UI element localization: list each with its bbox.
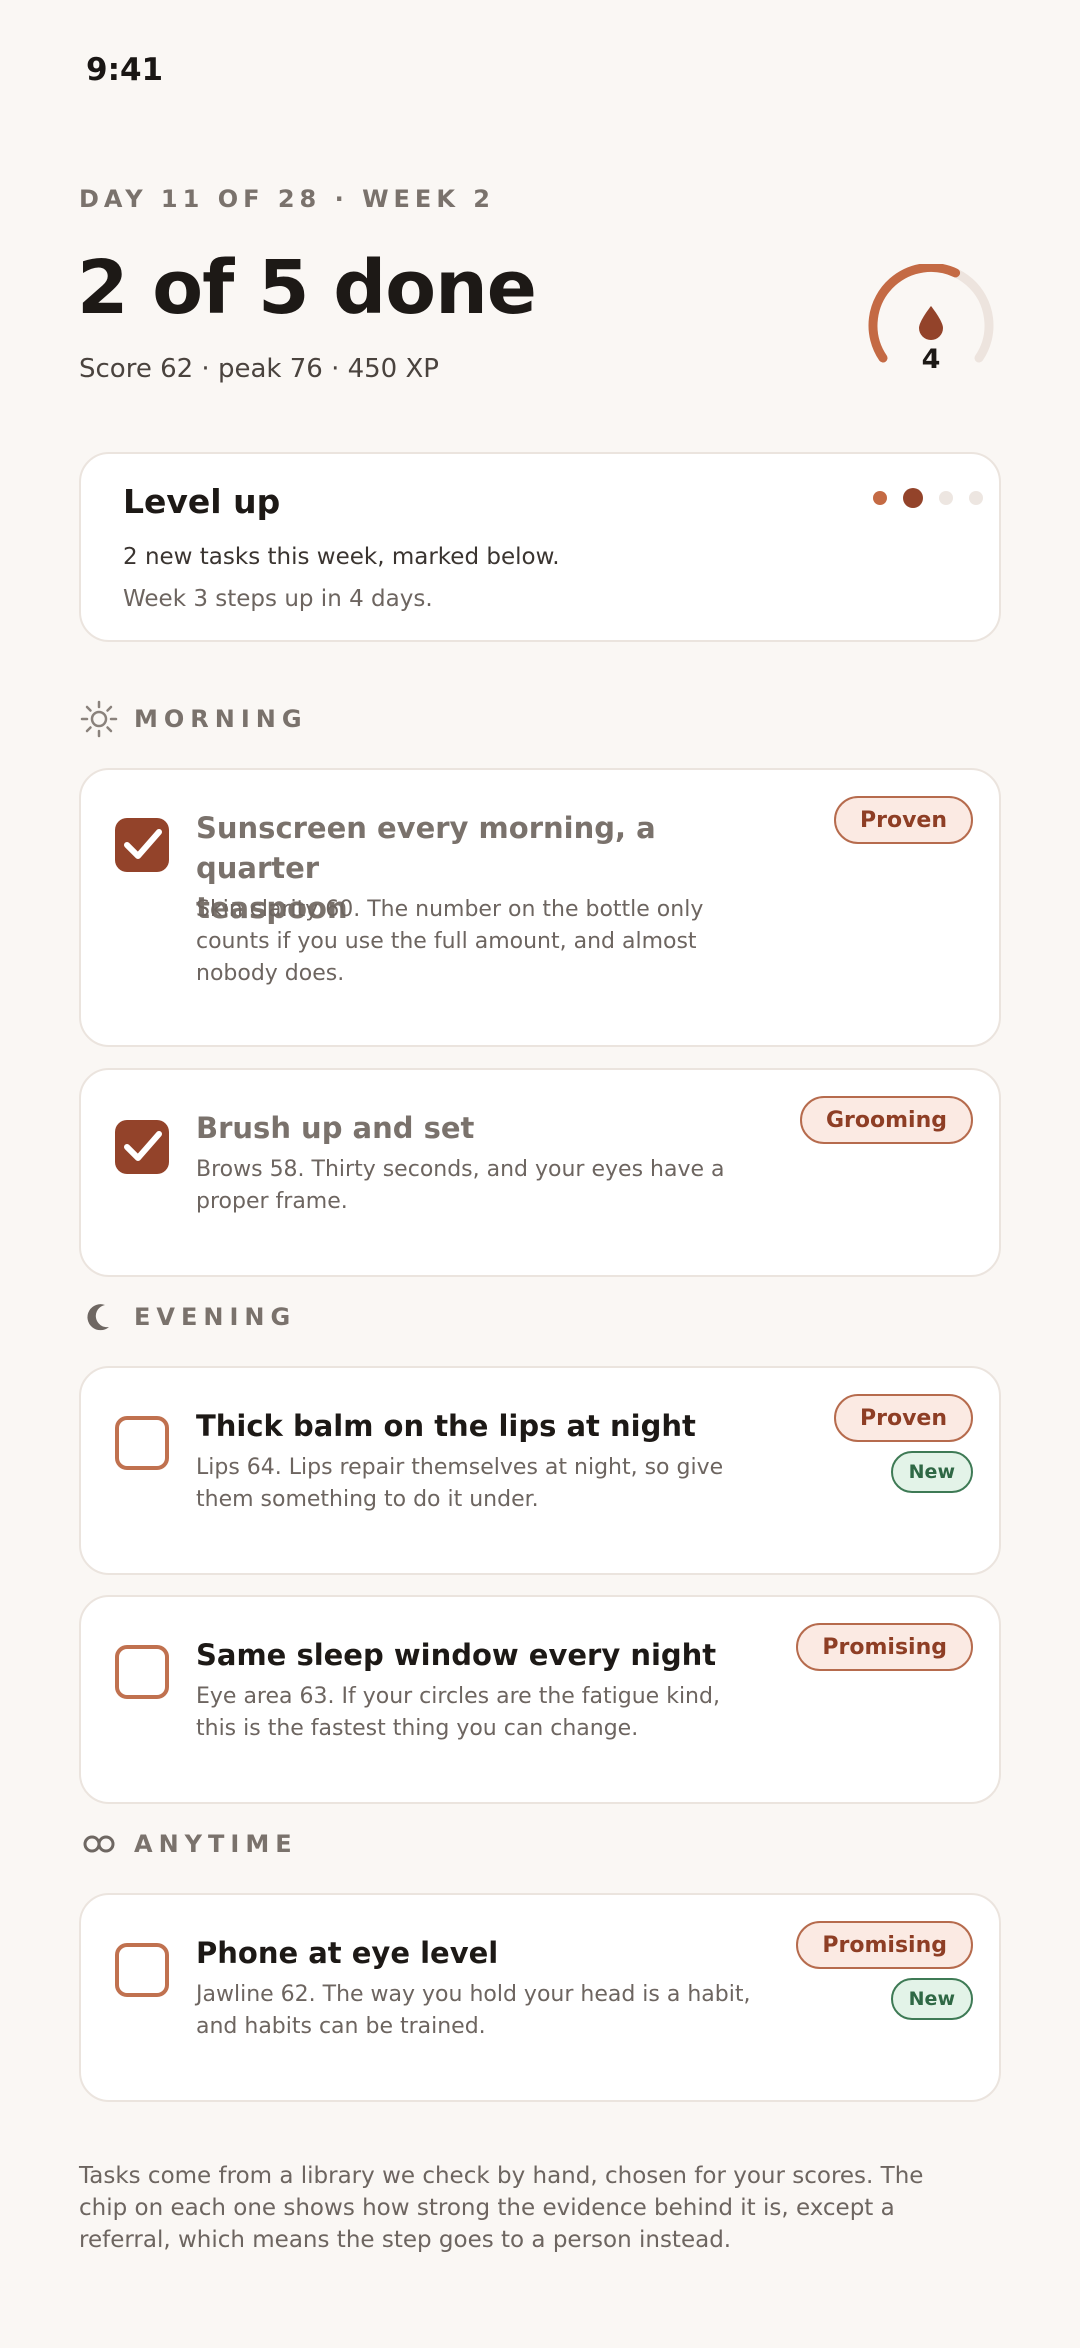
level-up-next-week: Week 3 steps up in 4 days. (123, 586, 433, 612)
checkmark-icon (124, 1131, 162, 1161)
task-checkbox[interactable] (115, 1416, 169, 1470)
new-badge: New (890, 1451, 973, 1493)
task-title-line: Sunscreen every morning, a quarter (196, 811, 656, 885)
task-title-line: Phone at eye level (196, 1936, 499, 1970)
evidence-chip[interactable]: Promising (796, 1921, 973, 1969)
drop-icon (919, 306, 943, 340)
evidence-chip[interactable]: Grooming (799, 1096, 973, 1144)
checkmark-icon (124, 829, 162, 859)
level-up-title: Level up (123, 482, 281, 521)
level-up-new-tasks: 2 new tasks this week, marked below. (123, 544, 560, 570)
week-progress-dots (873, 488, 983, 508)
section-evening: EVENING (79, 1297, 296, 1337)
task-description-line: them something to do it under. (196, 1487, 539, 1512)
section-anytime: ANYTIME (79, 1824, 298, 1864)
task-description-line: nobody does. (196, 961, 345, 986)
task-description: Jawline 62. The way you hold your head i… (196, 1979, 756, 2043)
status-bar-time: 9:41 (86, 52, 164, 88)
task-description-line: counts if you use the full amount, and a… (196, 929, 697, 954)
task-card[interactable]: Thick balm on the lips at night Lips 64.… (79, 1366, 1001, 1575)
task-description: Skin clarity 60. The number on the bottl… (196, 894, 756, 990)
task-title-line: Same sleep window every night (196, 1638, 717, 1672)
section-label-morning: MORNING (134, 705, 308, 733)
task-description: Brows 58. Thirty seconds, and your eyes … (196, 1154, 756, 1218)
task-description-line: Eye area 63. If your circles are the fat… (196, 1684, 720, 1709)
moon-icon (79, 1297, 119, 1337)
task-description-line: Jawline 62. The way you hold your head i… (196, 1982, 751, 2007)
task-description-line: this is the fastest thing you can change… (196, 1716, 639, 1741)
task-card[interactable]: Phone at eye level Jawline 62. The way y… (79, 1893, 1001, 2102)
evidence-chip[interactable]: Proven (833, 1394, 973, 1442)
page-title: 2 of 5 done (77, 245, 537, 331)
task-title: Same sleep window every night (196, 1635, 756, 1675)
task-description-line: Lips 64. Lips repair themselves at night… (196, 1455, 724, 1480)
streak-count: 4 (921, 344, 941, 375)
section-morning: MORNING (79, 699, 308, 739)
task-description-line: Brows 58. Thirty seconds, and your eyes … (196, 1157, 725, 1182)
task-description-line: proper frame. (196, 1189, 348, 1214)
task-description: Eye area 63. If your circles are the fat… (196, 1681, 756, 1745)
task-card[interactable]: Brush up and set Brows 58. Thirty second… (79, 1068, 1001, 1277)
week-dot-current (903, 488, 923, 508)
infinity-icon (79, 1824, 119, 1864)
evidence-footnote: Tasks come from a library we check by ha… (79, 2160, 939, 2256)
week-dot-upcoming (939, 491, 953, 505)
task-title: Brush up and set (196, 1108, 756, 1148)
program-progress-eyebrow: DAY 11 OF 28 · WEEK 2 (79, 185, 495, 213)
new-badge: New (890, 1978, 973, 2020)
task-checkbox[interactable] (115, 1943, 169, 1997)
footnote-line: referral, which means the step goes to a… (79, 2227, 732, 2253)
task-description: Lips 64. Lips repair themselves at night… (196, 1452, 756, 1516)
task-description-line: and habits can be trained. (196, 2014, 486, 2039)
level-up-card[interactable]: Level up 2 new tasks this week, marked b… (79, 452, 1001, 642)
evidence-chip[interactable]: Proven (833, 796, 973, 844)
task-description-line: Skin clarity 60. The number on the bottl… (196, 897, 704, 922)
task-title: Phone at eye level (196, 1933, 756, 1973)
section-label-evening: EVENING (134, 1303, 297, 1331)
task-card[interactable]: Same sleep window every night Eye area 6… (79, 1595, 1001, 1804)
task-title-line: Thick balm on the lips at night (196, 1409, 696, 1443)
week-dot-done (873, 491, 887, 505)
footnote-line: chip on each one shows how strong the ev… (79, 2195, 895, 2221)
task-checkbox[interactable] (115, 818, 169, 872)
section-label-anytime: ANYTIME (134, 1830, 298, 1858)
week-dot-upcoming (969, 491, 983, 505)
score-summary: Score 62 · peak 76 · 450 XP (79, 354, 439, 384)
task-checkbox[interactable] (115, 1645, 169, 1699)
task-title: Thick balm on the lips at night (196, 1406, 756, 1446)
streak-ring[interactable]: 4 (866, 262, 996, 394)
task-checkbox[interactable] (115, 1120, 169, 1174)
task-title-line: Brush up and set (196, 1111, 475, 1145)
task-card[interactable]: Sunscreen every morning, a quarter teasp… (79, 768, 1001, 1047)
evidence-chip[interactable]: Promising (796, 1623, 973, 1671)
sun-icon (79, 699, 119, 739)
footnote-line: Tasks come from a library we check by ha… (79, 2163, 924, 2189)
